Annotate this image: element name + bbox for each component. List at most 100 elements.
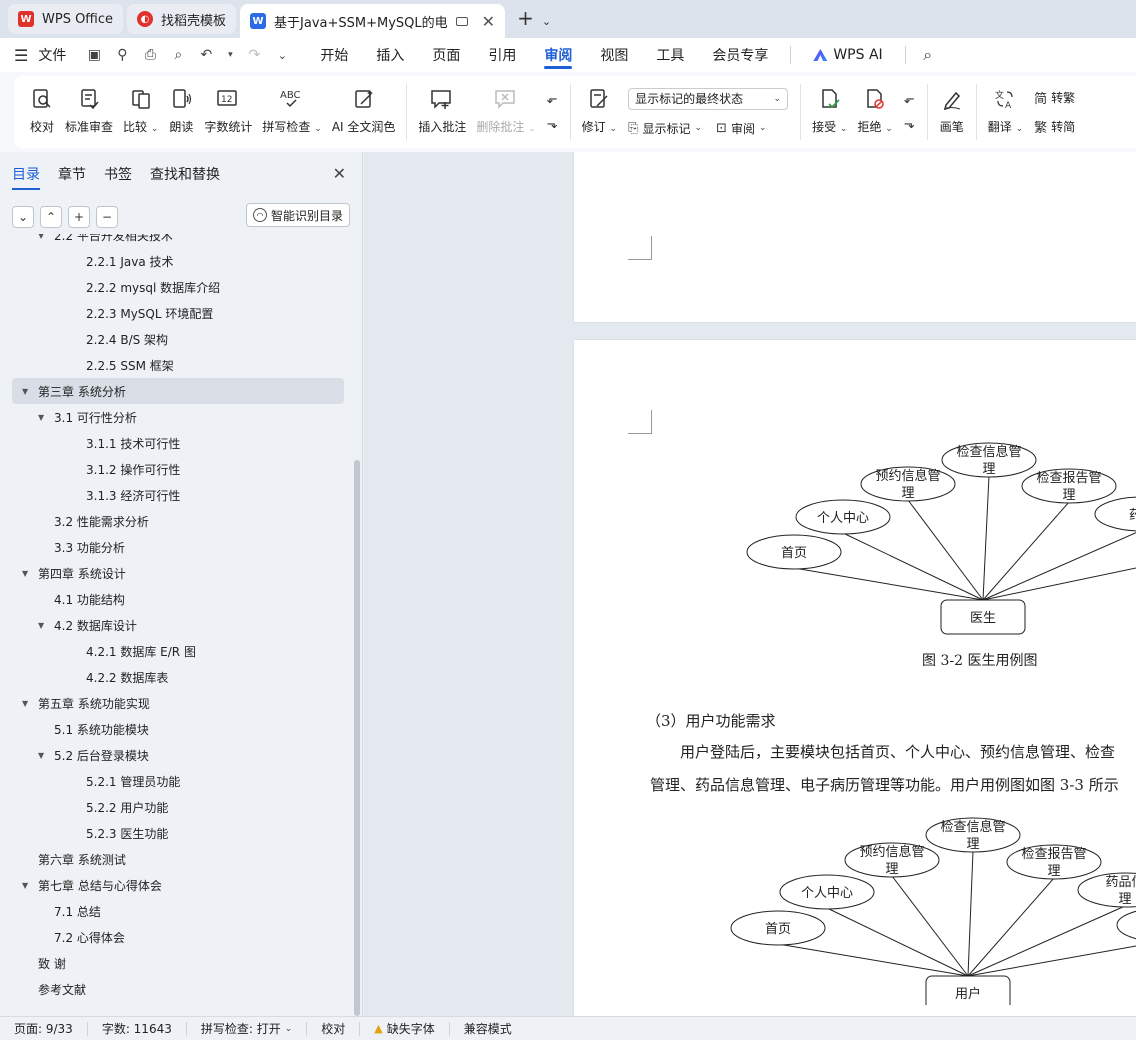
search-icon[interactable]: ⌕ bbox=[920, 45, 936, 64]
menu-reference[interactable]: 引用 bbox=[474, 38, 530, 72]
toc-item[interactable]: 2.2.3 MySQL 环境配置 bbox=[0, 300, 356, 326]
tab-daoke-template[interactable]: ◐ 找稻壳模板 bbox=[127, 4, 237, 34]
smart-toc-button[interactable]: ◠ 智能识别目录 bbox=[245, 203, 350, 227]
missing-font-status[interactable]: ▲ 缺失字体 bbox=[360, 1021, 450, 1036]
previous-comment-icon[interactable]: ⬐ bbox=[547, 92, 558, 107]
nav-tab-bookmarks[interactable]: 书签 bbox=[104, 152, 132, 196]
toc-item[interactable]: 5.2.3 医生功能 bbox=[0, 820, 356, 846]
add-heading-icon[interactable]: + bbox=[68, 206, 90, 228]
expand-triangle-icon[interactable]: ▼ bbox=[38, 413, 50, 422]
toc-item[interactable]: 2.2.5 SSM 框架 bbox=[0, 352, 356, 378]
toc-item[interactable]: ▼ 第四章 系统设计 bbox=[0, 560, 356, 586]
toc-item[interactable]: ▼ 5.2 后台登录模块 bbox=[0, 742, 356, 768]
expand-triangle-icon[interactable]: ▼ bbox=[22, 881, 34, 890]
proof-status[interactable]: 校对 bbox=[307, 1021, 361, 1036]
standard-review-button[interactable]: 标准审查 bbox=[60, 76, 118, 148]
expand-down-icon[interactable]: ⌄ bbox=[12, 206, 34, 228]
save-icon[interactable]: ▣ bbox=[86, 47, 102, 63]
expand-triangle-icon[interactable]: ▼ bbox=[22, 387, 34, 396]
toc-item[interactable]: ▼ 第七章 总结与心得体会 bbox=[0, 872, 356, 898]
nav-scrollbar[interactable] bbox=[354, 460, 360, 1016]
expand-triangle-icon[interactable]: ▼ bbox=[38, 751, 50, 760]
show-markup-button[interactable]: ⎘ 显示标记 ⌄ bbox=[628, 120, 702, 137]
tab-document[interactable]: W 基于Java+SSM+MySQL的电 ✕ bbox=[240, 4, 506, 38]
nav-tab-chapters[interactable]: 章节 bbox=[58, 152, 86, 196]
to-traditional-button[interactable]: 简转繁 bbox=[1034, 88, 1075, 107]
toc-item[interactable]: 第六章 系统测试 bbox=[0, 846, 356, 872]
expand-triangle-icon[interactable]: ▼ bbox=[38, 621, 50, 630]
menu-view[interactable]: 视图 bbox=[586, 38, 642, 72]
delete-comment-button[interactable]: 删除批注 ⌄ bbox=[471, 76, 540, 148]
ai-polish-button[interactable]: AI 全文润色 bbox=[327, 76, 401, 148]
more-dropdown-icon[interactable]: ⌄ bbox=[274, 47, 290, 63]
toc-item[interactable]: ▼ 2.2 平台开发相关技术 bbox=[0, 234, 356, 248]
review-pane-button[interactable]: ⊡ 审阅 ⌄ bbox=[716, 120, 766, 137]
share-icon[interactable]: ⚲ bbox=[114, 47, 130, 63]
pen-button[interactable]: 画笔 bbox=[934, 76, 970, 148]
read-aloud-button[interactable]: 朗读 bbox=[163, 76, 199, 148]
tab-wps-office[interactable]: W WPS Office bbox=[8, 4, 124, 34]
toc-item[interactable]: 7.1 总结 bbox=[0, 898, 356, 924]
menu-insert[interactable]: 插入 bbox=[362, 38, 418, 72]
toc-item[interactable]: 4.2.1 数据库 E/R 图 bbox=[0, 638, 356, 664]
toc-item[interactable]: 3.1.2 操作可行性 bbox=[0, 456, 356, 482]
toc-item[interactable]: 3.1.3 经济可行性 bbox=[0, 482, 356, 508]
toc-item[interactable]: 参考文献 bbox=[0, 976, 356, 1002]
compare-button[interactable]: 比较 ⌄ bbox=[118, 76, 163, 148]
menu-tools[interactable]: 工具 bbox=[642, 38, 698, 72]
menu-review[interactable]: 审阅 bbox=[530, 38, 586, 72]
proofread-button[interactable]: 校对 bbox=[24, 76, 60, 148]
toc-item[interactable]: 7.2 心得体会 bbox=[0, 924, 356, 950]
toc-item[interactable]: 5.2.1 管理员功能 bbox=[0, 768, 356, 794]
menu-wps-ai[interactable]: WPS AI bbox=[799, 38, 896, 72]
to-simplified-button[interactable]: 繁转简 bbox=[1034, 117, 1075, 136]
undo-dropdown-icon[interactable]: ▾ bbox=[226, 47, 234, 63]
toc-item[interactable]: 3.2 性能需求分析 bbox=[0, 508, 356, 534]
previous-revision-icon[interactable]: ⬐ bbox=[904, 92, 915, 107]
revise-button[interactable]: 修订 ⌄ bbox=[577, 76, 622, 148]
spell-check-button[interactable]: ABC 拼写检查 ⌄ bbox=[257, 76, 326, 148]
new-tab-icon[interactable]: + bbox=[517, 6, 534, 30]
hamburger-icon[interactable]: ☰ bbox=[14, 46, 28, 65]
reject-button[interactable]: 拒绝 ⌄ bbox=[852, 76, 897, 148]
next-revision-icon[interactable]: ⬎ bbox=[904, 117, 915, 132]
chevron-down-icon[interactable]: ⌄ bbox=[542, 15, 551, 28]
insert-comment-button[interactable]: 插入批注 bbox=[413, 76, 471, 148]
spell-check-status[interactable]: 拼写检查: 打开 ⌄ bbox=[187, 1021, 308, 1036]
remove-heading-icon[interactable]: − bbox=[96, 206, 118, 228]
redo-icon[interactable]: ↷ bbox=[246, 47, 262, 63]
word-count[interactable]: 字数: 11643 bbox=[88, 1021, 187, 1036]
close-nav-icon[interactable]: ✕ bbox=[333, 164, 346, 183]
toc-item[interactable]: 4.2.2 数据库表 bbox=[0, 664, 356, 690]
expand-triangle-icon[interactable]: ▼ bbox=[38, 234, 50, 240]
nav-tab-toc[interactable]: 目录 bbox=[12, 152, 40, 196]
accept-button[interactable]: 接受 ⌄ bbox=[807, 76, 852, 148]
undo-icon[interactable]: ↶ bbox=[198, 47, 214, 63]
toc-item[interactable]: ▼ 第三章 系统分析 bbox=[12, 378, 344, 404]
toc-item[interactable]: 3.1.1 技术可行性 bbox=[0, 430, 356, 456]
toc-item[interactable]: 2.2.1 Java 技术 bbox=[0, 248, 356, 274]
print-icon[interactable]: ⎙ bbox=[142, 47, 158, 63]
toc-item[interactable]: 2.2.4 B/S 架构 bbox=[0, 326, 356, 352]
expand-triangle-icon[interactable]: ▼ bbox=[22, 569, 34, 578]
toc-item[interactable]: 5.2.2 用户功能 bbox=[0, 794, 356, 820]
collapse-up-icon[interactable]: ⌃ bbox=[40, 206, 62, 228]
toc-item[interactable]: ▼ 3.1 可行性分析 bbox=[0, 404, 356, 430]
expand-triangle-icon[interactable]: ▼ bbox=[22, 699, 34, 708]
menu-page[interactable]: 页面 bbox=[418, 38, 474, 72]
toc-item[interactable]: ▼ 4.2 数据库设计 bbox=[0, 612, 356, 638]
toc-item[interactable]: 2.2.2 mysql 数据库介绍 bbox=[0, 274, 356, 300]
page-indicator[interactable]: 页面: 9/33 bbox=[0, 1021, 88, 1036]
next-comment-icon[interactable]: ⬎ bbox=[547, 117, 558, 132]
toc-item[interactable]: ▼ 第五章 系统功能实现 bbox=[0, 690, 356, 716]
toc-item[interactable]: 3.3 功能分析 bbox=[0, 534, 356, 560]
nav-tab-find-replace[interactable]: 查找和替换 bbox=[150, 152, 220, 196]
toc-item[interactable]: 4.1 功能结构 bbox=[0, 586, 356, 612]
markup-state-select[interactable]: 显示标记的最终状态 ⌄ bbox=[628, 87, 789, 110]
translate-button[interactable]: 文A 翻译 ⌄ bbox=[983, 76, 1028, 148]
word-count-button[interactable]: 12 字数统计 bbox=[199, 76, 257, 148]
menu-file[interactable]: 文件 bbox=[34, 38, 80, 72]
toc-item[interactable]: 5.1 系统功能模块 bbox=[0, 716, 356, 742]
menu-member[interactable]: 会员专享 bbox=[698, 38, 782, 72]
print-preview-icon[interactable]: ⌕ bbox=[170, 47, 186, 63]
